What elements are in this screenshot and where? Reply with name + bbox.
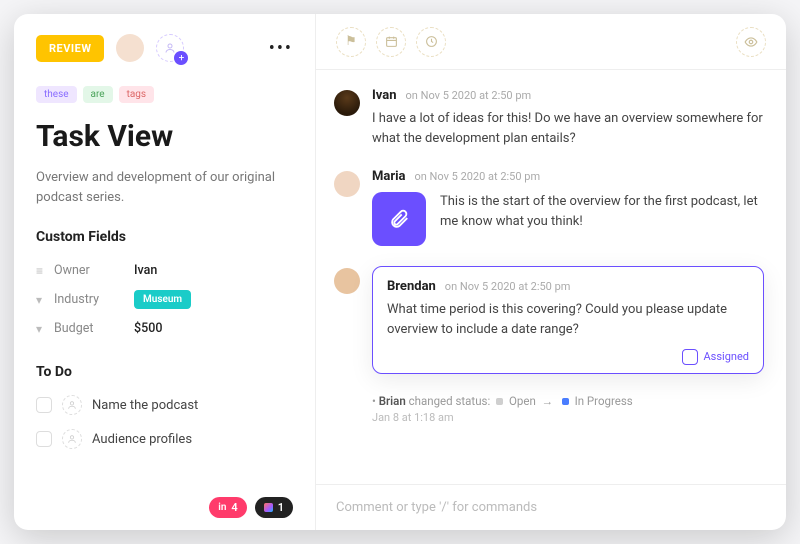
custom-field-row: ≡ Owner Ivan (36, 257, 293, 284)
todo-heading: To Do (36, 364, 293, 380)
plus-icon: + (174, 51, 188, 65)
comment-composer[interactable]: Comment or type '/' for commands (316, 484, 786, 530)
activity-actor: Brian (379, 394, 406, 408)
custom-field-row: ▾ Budget $500 (36, 315, 293, 342)
todo-list: Name the podcast Audience profiles (36, 388, 293, 456)
figma-icon (264, 503, 273, 512)
left-header: REVIEW + ••• (36, 34, 293, 62)
activity-verb: changed status: (409, 394, 491, 408)
count: 4 (231, 501, 237, 514)
comment: Ivan on Nov 5 2020 at 2:50 pm I have a l… (334, 88, 764, 149)
field-label: Industry (54, 292, 134, 307)
assignee-placeholder-icon[interactable] (62, 395, 82, 415)
flag-icon[interactable]: ⚑ (336, 27, 366, 57)
assigned-toggle[interactable]: Assigned (387, 349, 749, 365)
assignee-placeholder-icon[interactable] (62, 429, 82, 449)
tag[interactable]: are (83, 86, 113, 103)
integration-pill-a[interactable]: in 4 (209, 497, 246, 518)
todo-item[interactable]: Name the podcast (36, 388, 293, 422)
comment-timestamp: on Nov 5 2020 at 2:50 pm (414, 170, 540, 183)
comment-highlighted: Brendan on Nov 5 2020 at 2:50 pm What ti… (334, 266, 764, 373)
integration-pill-b[interactable]: 1 (255, 497, 293, 518)
activity-entry: • Brian changed status: Open → In Progre… (372, 394, 764, 424)
tag[interactable]: these (36, 86, 77, 103)
checkbox[interactable] (36, 397, 52, 413)
comment-header: Brendan on Nov 5 2020 at 2:50 pm (387, 279, 749, 294)
comment-author: Maria (372, 169, 406, 184)
footer-pills: in 4 1 (209, 497, 293, 518)
watch-icon[interactable] (736, 27, 766, 57)
field-label: Owner (54, 263, 134, 278)
comment: Maria on Nov 5 2020 at 2:50 pm This is t… (334, 169, 764, 246)
comment-avatar[interactable] (334, 268, 360, 294)
activity-timestamp: Jan 8 at 1:18 am (372, 411, 764, 424)
field-label: Budget (54, 321, 134, 336)
comment-author: Brendan (387, 279, 436, 294)
comment-body: I have a lot of ideas for this! Do we ha… (372, 109, 764, 149)
comment-body: What time period is this covering? Could… (387, 300, 749, 340)
field-icon: ≡ (36, 264, 54, 278)
comment-feed[interactable]: Ivan on Nov 5 2020 at 2:50 pm I have a l… (316, 70, 786, 484)
field-value[interactable]: Ivan (134, 263, 157, 278)
todo-label: Audience profiles (92, 432, 192, 447)
assigned-comment-box[interactable]: Brendan on Nov 5 2020 at 2:50 pm What ti… (372, 266, 764, 373)
checkbox[interactable] (36, 431, 52, 447)
tag-list: these are tags (36, 86, 293, 103)
status-to-color (562, 398, 569, 405)
checkbox[interactable] (682, 349, 698, 365)
task-title[interactable]: Task View (36, 119, 293, 154)
count: 1 (278, 501, 284, 514)
custom-fields-heading: Custom Fields (36, 229, 293, 245)
comment-header: Ivan on Nov 5 2020 at 2:50 pm (372, 88, 764, 103)
assignee-avatar[interactable] (116, 34, 144, 62)
assigned-label: Assigned (704, 350, 750, 363)
todo-label: Name the podcast (92, 398, 198, 413)
status-from-color (496, 398, 503, 405)
comment-avatar[interactable] (334, 171, 360, 197)
field-value[interactable]: $500 (134, 321, 162, 336)
time-icon[interactable] (416, 27, 446, 57)
task-description[interactable]: Overview and development of our original… (36, 168, 293, 207)
integration-a-icon: in (218, 502, 226, 513)
comment-avatar[interactable] (334, 90, 360, 116)
tag[interactable]: tags (119, 86, 155, 103)
status-to: In Progress (575, 394, 633, 408)
comment-author: Ivan (372, 88, 397, 103)
custom-field-row: ▾ Industry Museum (36, 284, 293, 315)
field-icon: ▾ (36, 293, 54, 307)
status-from: Open (509, 394, 536, 408)
status-pill[interactable]: REVIEW (36, 35, 104, 62)
comment-body: This is the start of the overview for th… (440, 192, 764, 246)
field-value-badge[interactable]: Museum (134, 290, 191, 309)
attachment-icon[interactable] (372, 192, 426, 246)
left-panel: REVIEW + ••• these are tags Task View Ov… (14, 14, 316, 530)
todo-item[interactable]: Audience profiles (36, 422, 293, 456)
comment-header: Maria on Nov 5 2020 at 2:50 pm (372, 169, 764, 184)
composer-placeholder: Comment or type '/' for commands (336, 500, 537, 515)
right-panel: ⚑ Ivan on Nov 5 2020 at 2:50 pm I have a… (316, 14, 786, 530)
right-header: ⚑ (316, 14, 786, 70)
more-menu-button[interactable]: ••• (269, 38, 293, 59)
date-icon[interactable] (376, 27, 406, 57)
comment-timestamp: on Nov 5 2020 at 2:50 pm (445, 280, 571, 293)
add-person-button[interactable]: + (156, 34, 184, 62)
task-card: REVIEW + ••• these are tags Task View Ov… (14, 14, 786, 530)
custom-fields: ≡ Owner Ivan ▾ Industry Museum ▾ Budget … (36, 257, 293, 342)
field-icon: ▾ (36, 322, 54, 336)
comment-timestamp: on Nov 5 2020 at 2:50 pm (406, 89, 532, 102)
